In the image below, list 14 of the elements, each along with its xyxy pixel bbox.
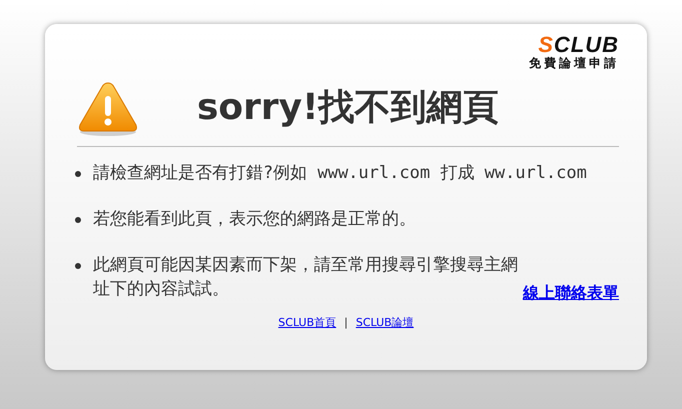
bullet-icon (75, 217, 81, 223)
footer-link[interactable]: SCLUB首頁 (278, 315, 336, 332)
contact-form-link[interactable]: 線上聯絡表單 (523, 281, 619, 305)
footer-link[interactable]: SCLUB論壇 (356, 315, 414, 332)
logo-tagline: 免費論壇申請 (529, 56, 619, 70)
bullet-icon (75, 263, 81, 269)
tip-text: 若您能看到此頁，表示您的網路是正常的。 (93, 208, 417, 231)
tip-text: 此網頁可能因某因素而下架，請至常用搜尋引擎搜尋主網址下的內容試試。 (93, 254, 519, 301)
warning-icon (77, 80, 139, 136)
page-title: sorry!找不到網頁 (197, 86, 499, 130)
separator: | (344, 315, 348, 331)
bullet-icon (75, 171, 81, 177)
logo: SCLUB (538, 34, 619, 56)
tip-text: 請檢查網址是否有打錯?例如 www.url.com 打成 ww.url.com (93, 162, 588, 185)
